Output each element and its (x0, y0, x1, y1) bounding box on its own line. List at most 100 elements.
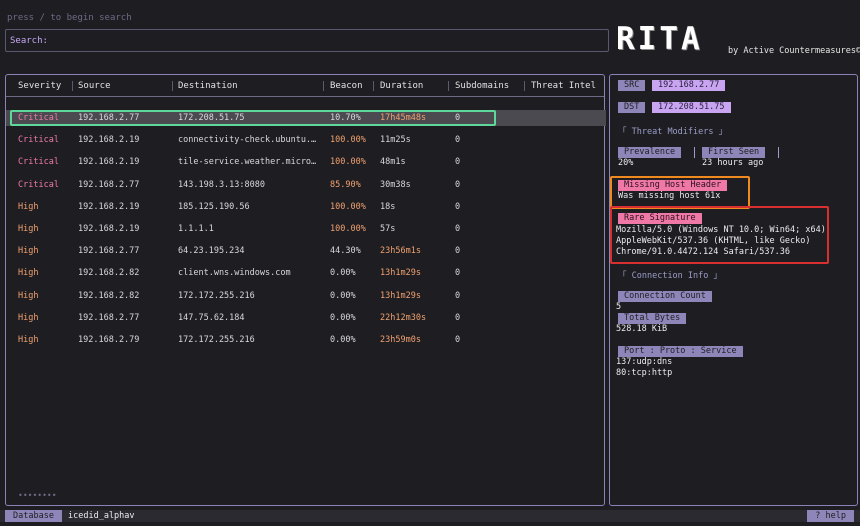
cell-subdomains: 0 (455, 157, 461, 168)
cell-source: 192.168.2.77 (78, 179, 140, 190)
cell-source: 192.168.2.77 (78, 312, 140, 323)
col-threat-intel[interactable]: Threat Intel (531, 81, 596, 91)
cell-severity: High (18, 246, 39, 257)
cell-source: 192.168.2.82 (78, 290, 140, 301)
connection-count-value: 5 (616, 302, 622, 312)
database-label: Database (5, 510, 62, 522)
status-bar: Database icedid_alphav ? help (0, 510, 860, 522)
table-row[interactable]: High 192.168.2.82 172.172.255.216 0.00% 13h1… (6, 288, 606, 304)
cell-severity: High (18, 201, 39, 212)
cell-beacon: 0.00% (330, 312, 356, 323)
missing-host-label: Missing Host Header (618, 180, 728, 191)
col-divider (323, 81, 324, 91)
results-table: Severity Source Destination Beacon Durat… (5, 74, 606, 506)
cell-duration: 23h56m1s (380, 246, 421, 257)
logo-word: RITA (616, 21, 703, 57)
table-row[interactable]: High 192.168.2.77 147.75.62.184 0.00% 22h12m… (6, 310, 606, 326)
total-bytes-value: 528.18 KiB (616, 324, 668, 334)
cell-severity: High (18, 268, 39, 279)
cell-beacon: 0.00% (330, 335, 356, 345)
cell-subdomains: 0 (455, 268, 461, 279)
search-input[interactable] (54, 33, 594, 49)
connection-count-label: Connection Count (618, 291, 712, 302)
cell-source: 192.168.2.79 (78, 335, 140, 345)
src-value: 192.168.2.77 (652, 80, 726, 91)
port-entry: 137:udp:dns (616, 357, 673, 367)
pagination-dots[interactable]: •••••••• (18, 491, 57, 500)
cell-beacon: 0.00% (330, 290, 356, 301)
col-destination[interactable]: Destination (178, 81, 238, 91)
table-row[interactable]: High 192.168.2.77 64.23.195.234 44.30% 23h56… (6, 243, 606, 259)
divider (778, 147, 779, 158)
table-row[interactable]: High 192.168.2.82 client.wns.windows.com 0.… (6, 265, 606, 281)
cell-severity: Critical (18, 135, 59, 146)
col-divider (524, 81, 525, 91)
table-row[interactable]: Critical 192.168.2.19 tile-service.weather… (6, 154, 606, 170)
col-source[interactable]: Source (78, 81, 111, 91)
cell-duration: 57s (380, 224, 396, 234)
cell-severity: Critical (18, 157, 59, 168)
cell-subdomains: 0 (455, 335, 461, 345)
first-seen-label: First Seen (702, 147, 766, 158)
table-row[interactable]: High 192.168.2.19 1.1.1.1 100.00% 57s 0 (6, 221, 606, 237)
col-divider (373, 81, 374, 91)
cell-beacon: 44.30% (330, 246, 361, 257)
cell-source: 192.168.2.19 (78, 201, 140, 212)
cell-severity: Critical (18, 179, 59, 190)
table-header: Severity Source Destination Beacon Durat… (6, 75, 604, 97)
cell-source: 192.168.2.77 (78, 246, 140, 257)
search-hint: press / to begin search (7, 13, 132, 23)
cell-destination: 143.198.3.13:8080 (178, 179, 265, 190)
col-severity[interactable]: Severity (18, 81, 61, 91)
cell-duration: 30m38s (380, 179, 411, 190)
total-bytes-label: Total Bytes (618, 313, 687, 324)
table-row[interactable]: Critical 192.168.2.19 connectivity-check.u… (6, 132, 606, 148)
first-seen-value: 23 hours ago (702, 158, 764, 168)
divider (694, 147, 695, 158)
connection-info-heading: 「 Connection Info 」 (618, 271, 722, 281)
search-bar[interactable]: Search: (5, 29, 609, 52)
cell-duration: 13h1m29s (380, 290, 421, 301)
prevalence-value: 20% (618, 158, 634, 168)
table-row[interactable]: High 192.168.2.79 172.172.255.216 0.00% 23h5… (6, 332, 606, 348)
cell-destination: 64.23.195.234 (178, 246, 245, 257)
cell-subdomains: 0 (455, 290, 461, 301)
cell-severity: High (18, 224, 39, 234)
table-row[interactable]: Critical 192.168.2.77 143.198.3.13:8080 85.… (6, 177, 606, 193)
help-button[interactable]: ? help (807, 510, 854, 522)
port-entry: 80:tcp:http (616, 368, 673, 378)
cell-beacon: 100.00% (330, 157, 366, 168)
cell-severity: High (18, 312, 39, 323)
selected-row-highlight (10, 110, 496, 126)
src-label: SRC (618, 80, 646, 91)
prevalence-label: Prevalence (618, 147, 682, 158)
cell-subdomains: 0 (455, 135, 461, 146)
cell-destination: 172.172.255.216 (178, 335, 255, 345)
cell-subdomains: 0 (455, 201, 461, 212)
cell-destination: 147.75.62.184 (178, 312, 245, 323)
cell-source: 192.168.2.82 (78, 268, 140, 279)
dst-value: 172.208.51.75 (652, 102, 731, 113)
rita-logo: RITA by Active Countermeasures© (616, 21, 860, 57)
cell-destination: 1.1.1.1 (178, 224, 214, 234)
col-beacon[interactable]: Beacon (330, 81, 363, 91)
cell-destination: 185.125.190.56 (178, 201, 250, 212)
dst-label: DST (618, 102, 646, 113)
col-divider (172, 81, 173, 91)
cell-beacon: 85.90% (330, 179, 361, 190)
logo-byline: by Active Countermeasures© (728, 46, 860, 56)
cell-source: 192.168.2.19 (78, 157, 140, 168)
cell-duration: 13h1m29s (380, 268, 421, 279)
cell-duration: 48m1s (380, 157, 406, 168)
cell-beacon: 100.00% (330, 201, 366, 212)
col-duration[interactable]: Duration (380, 81, 423, 91)
rare-signature-line: Chrome/91.0.4472.124 Safari/537.36 (616, 247, 790, 257)
database-name: icedid_alphav (68, 511, 135, 521)
rare-signature-label: Rare Signature (618, 213, 702, 224)
cell-destination: 172.172.255.216 (178, 290, 255, 301)
cell-duration: 23h59m0s (380, 335, 421, 345)
col-subdomains[interactable]: Subdomains (455, 81, 509, 91)
table-row[interactable]: High 192.168.2.19 185.125.190.56 100.00% 18s… (6, 199, 606, 215)
cell-destination: tile-service.weather.micro… (178, 157, 317, 168)
cell-severity: High (18, 290, 39, 301)
